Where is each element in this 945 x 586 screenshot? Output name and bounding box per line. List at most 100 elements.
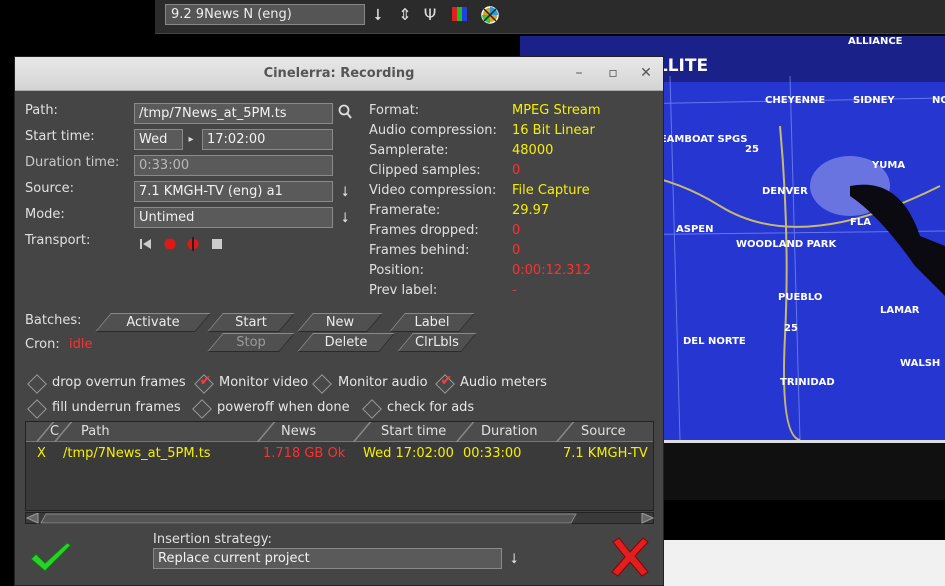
map-label: DEL NORTE [683,336,746,347]
rewind-icon[interactable] [139,237,153,255]
title-bar[interactable]: Cinelerra: Recording – ▫ ✕ [15,57,663,91]
record-icon[interactable] [163,237,177,255]
record-single-frame-icon[interactable] [186,236,200,256]
stop-icon[interactable] [211,238,223,254]
color-wheel-icon[interactable] [480,5,499,25]
antenna-icon[interactable]: Ψ [421,5,439,25]
up-down-arrow-icon[interactable]: ⇕ [396,5,414,25]
map-label: FLA [850,217,871,228]
start-button[interactable]: Start [215,313,287,332]
map-label: WOODLAND PARK [736,239,837,250]
mode-select[interactable]: Untimed [134,207,333,228]
duration-label: Duration time: [25,155,120,170]
frames-behind-value: 0 [512,243,521,258]
color-bars-icon[interactable] [451,5,469,25]
monitor-audio-checkbox[interactable] [312,374,332,394]
column-separator[interactable] [455,422,475,442]
recording-dialog: Cinelerra: Recording – ▫ ✕ Path: /tmp/7N… [14,56,664,586]
row-source-cell: 7.1 KMGH-TV [563,446,648,461]
delete-button[interactable]: Delete [305,333,387,352]
clipped-samples-label: Clipped samples: [369,163,481,178]
samplerate-value: 48000 [512,143,554,158]
fill-underrun-checkbox[interactable] [27,399,47,419]
cancel-button[interactable] [609,536,651,582]
horizontal-scrollbar[interactable] [25,512,655,524]
video-frame-lower [664,440,945,500]
dialog-title: Cinelerra: Recording [263,66,415,81]
map-label: 25 [784,323,798,334]
table-header: C Path News Start time Duration Source [26,422,653,442]
row-c-cell: X [37,446,46,461]
format-value: MPEG Stream [512,103,601,118]
frames-dropped-label: Frames dropped: [369,223,479,238]
cron-label: Cron: [25,337,60,352]
poweroff-checkbox[interactable] [192,399,212,419]
channel-select[interactable]: 9.2 9News N (eng) [165,4,365,25]
path-label: Path: [25,103,58,118]
map-label: NO [932,95,945,106]
map-label: SIDNEY [853,95,895,106]
stop-button[interactable]: Stop [215,333,287,352]
row-news-cell: 1.718 GB Ok [263,446,346,461]
start-time-label: Start time: [25,129,95,144]
clipped-samples-value: 0 [512,163,521,178]
start-time-input[interactable]: 17:02:00 [202,129,333,150]
transport-label: Transport: [25,233,91,248]
down-arrow-icon[interactable]: ⭣ [369,5,387,25]
map-label: TRINIDAD [780,377,835,388]
column-header-duration[interactable]: Duration [481,424,537,439]
maximize-icon[interactable]: ▫ [604,64,622,82]
row-duration-cell: 00:33:00 [463,446,522,461]
down-arrow-icon[interactable]: ⭣ [507,549,521,569]
column-header-start-time[interactable]: Start time [381,424,446,439]
insertion-strategy-select[interactable]: Replace current project [153,548,502,569]
video-compression-label: Video compression: [369,183,497,198]
chevron-down-icon[interactable]: ▸ [184,130,198,150]
prev-label-value: - [512,283,517,298]
close-icon[interactable]: ✕ [637,64,655,82]
map-label: TEAMBOAT SPGS [653,134,748,145]
viewer-toolbar: 9.2 9News N (eng) ⭣ ⇕ Ψ [155,0,945,34]
batch-table[interactable]: C Path News Start time Duration Source X… [25,421,654,511]
map-label: ASPEN [676,224,714,235]
map-label: PUEBLO [778,292,823,303]
check-ads-checkbox[interactable] [362,399,382,419]
frames-behind-label: Frames behind: [369,243,470,258]
ok-button[interactable] [29,541,73,579]
checkmark-icon [30,542,72,572]
start-day-select[interactable]: Wed [134,129,183,150]
search-icon[interactable] [338,104,352,124]
framerate-label: Framerate: [369,203,441,218]
clear-labels-button[interactable]: ClrLbls [405,333,469,352]
batches-label: Batches: [25,313,82,328]
duration-input[interactable]: 0:33:00 [134,155,333,176]
drop-overrun-label: drop overrun frames [52,375,186,390]
map-label: ALLIANCE [848,36,903,47]
video-compression-value: File Capture [512,183,590,198]
source-select[interactable]: 7.1 KMGH-TV (eng) a1 [134,181,333,202]
column-header-source[interactable]: Source [581,424,626,439]
new-button[interactable]: New [305,313,375,332]
label-button[interactable]: Label [397,313,467,332]
column-header-news[interactable]: News [281,424,316,439]
audio-compression-label: Audio compression: [369,123,497,138]
poweroff-label: poweroff when done [217,400,350,415]
column-header-path[interactable]: Path [81,424,110,439]
column-separator[interactable] [256,422,276,442]
column-separator[interactable] [555,422,575,442]
activate-button[interactable]: Activate [103,313,203,332]
samplerate-label: Samplerate: [369,143,449,158]
column-separator[interactable] [352,422,372,442]
down-arrow-icon[interactable]: ⭣ [338,208,352,228]
position-label: Position: [369,263,424,278]
monitor-video-checkbox[interactable] [194,374,214,394]
audio-meters-checkbox[interactable] [435,374,455,394]
down-arrow-icon[interactable]: ⭣ [338,182,352,202]
path-input[interactable]: /tmp/7News_at_5PM.ts [134,103,333,124]
video-frame-bottom [664,540,945,586]
minimize-icon[interactable]: – [570,64,588,82]
insertion-strategy-label: Insertion strategy: [153,532,272,547]
row-start-cell: Wed 17:02:00 [363,446,454,461]
drop-overrun-checkbox[interactable] [27,374,47,394]
audio-meters-label: Audio meters [460,375,547,390]
